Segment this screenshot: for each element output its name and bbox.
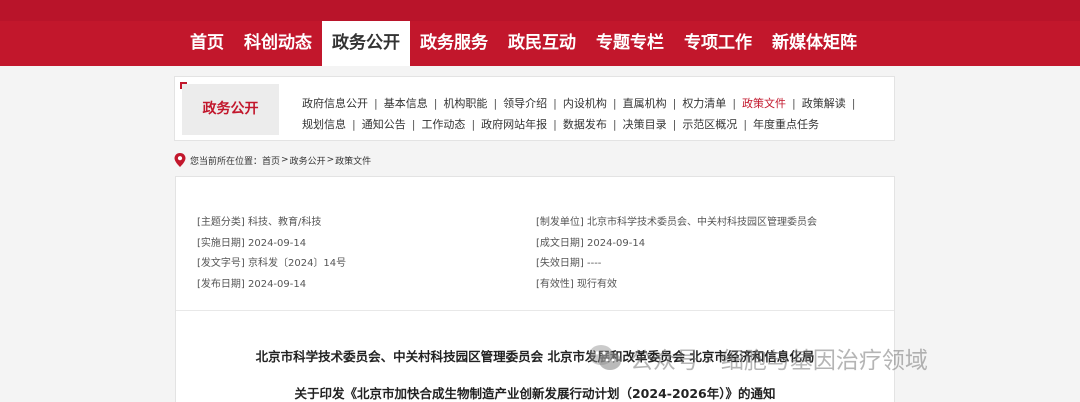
corner-decoration	[180, 82, 187, 89]
location-pin-icon	[174, 153, 186, 167]
separator: |	[672, 118, 677, 131]
separator: |	[553, 118, 557, 131]
document-title: 关于印发《北京市加快合成生物制造产业创新发展行动计划（2024-2026年）》的…	[294, 386, 776, 401]
wechat-icon	[589, 345, 621, 370]
meta-expiry-date: [失效日期] ----	[536, 258, 602, 269]
separator: |	[612, 97, 617, 110]
nav-gov-info[interactable]: 政务公开	[322, 21, 410, 66]
separator: |	[612, 118, 617, 131]
subnav-policy-interpret[interactable]: 政策解读	[802, 93, 846, 114]
separator: |	[732, 97, 737, 110]
subnav-data-release[interactable]: 数据发布	[563, 114, 607, 135]
separator: |	[433, 97, 438, 110]
meta-validity: [有效性] 现行有效	[536, 279, 617, 290]
breadcrumb-policy-docs[interactable]: 政策文件	[335, 154, 371, 167]
nav-new-media[interactable]: 新媒体矩阵	[762, 21, 867, 66]
subnav-basic-info[interactable]: 基本信息	[384, 93, 428, 114]
subnav-policy-docs[interactable]: 政策文件	[742, 93, 786, 114]
meta-publish-date: [发布日期] 2024-09-14	[197, 279, 307, 290]
watermark-text: 公众号 · 细胞与基因治疗领域	[630, 348, 928, 374]
breadcrumb-separator: >	[281, 155, 289, 165]
meta-created-date: [成文日期] 2024-09-14	[536, 238, 646, 249]
meta-doc-number: [发文字号] 京科发〔2024〕14号	[197, 258, 347, 269]
sub-nav: 政府信息公开 | 基本信息 | 机构职能 | 领导介绍 | 内设机构 | 直属机构 | 权力清单 | 政策文…	[302, 93, 892, 135]
divider	[176, 310, 894, 311]
separator: |	[374, 97, 378, 110]
main-nav: 首页 科创动态 政务公开 政务服务 政民互动 专题专栏 专项工作 新媒体矩阵	[180, 21, 867, 66]
header-strip	[0, 0, 1080, 21]
watermark: 公众号 · 细胞与基因治疗领域	[588, 338, 928, 378]
breadcrumb-separator: >	[326, 155, 335, 165]
breadcrumb: 您当前所在位置： 首页 > 政务公开 > 政策文件	[174, 151, 371, 169]
subnav-planning[interactable]: 规划信息	[302, 114, 346, 135]
nav-interaction[interactable]: 政民互动	[498, 21, 586, 66]
nav-gov-services[interactable]: 政务服务	[410, 21, 498, 66]
top-header-bar: 首页 科创动态 政务公开 政务服务 政民互动 专题专栏 专项工作 新媒体矩阵	[0, 0, 1080, 66]
separator: |	[493, 97, 498, 110]
separator: |	[792, 97, 796, 110]
separator: |	[553, 97, 557, 110]
nav-home[interactable]: 首页	[180, 21, 234, 66]
nav-special-work[interactable]: 专项工作	[674, 21, 762, 66]
separator: |	[411, 118, 416, 131]
nav-sci-news[interactable]: 科创动态	[234, 21, 322, 66]
meta-effective-date: [实施日期] 2024-09-14	[197, 238, 307, 249]
breadcrumb-home[interactable]: 首页	[262, 154, 280, 167]
separator: |	[851, 97, 856, 110]
breadcrumb-gov-info[interactable]: 政务公开	[290, 154, 326, 167]
subnav-demo-zone[interactable]: 示范区概况	[682, 114, 737, 135]
subnav-affiliated[interactable]: 直属机构	[623, 93, 667, 114]
subnav-leaders[interactable]: 领导介绍	[503, 93, 547, 114]
subnav-internal-depts[interactable]: 内设机构	[563, 93, 607, 114]
subnav-annual-tasks[interactable]: 年度重点任务	[753, 114, 819, 135]
subnav-decision-catalog[interactable]: 决策目录	[623, 114, 667, 135]
subnav-notices[interactable]: 通知公告	[362, 114, 406, 135]
subnav-gov-info-public[interactable]: 政府信息公开	[302, 93, 368, 114]
meta-issuer: [制发单位] 北京市科学技术委员会、中关村科技园区管理委员会	[536, 217, 817, 228]
nav-topics[interactable]: 专题专栏	[586, 21, 674, 66]
subnav-work-updates[interactable]: 工作动态	[421, 114, 465, 135]
breadcrumb-prefix: 您当前所在位置：	[190, 156, 263, 167]
subnav-annual-report[interactable]: 政府网站年报	[481, 114, 547, 135]
subnav-functions[interactable]: 机构职能	[443, 93, 487, 114]
meta-subject: [主题分类] 科技、教育/科技	[197, 217, 322, 228]
separator: |	[743, 118, 748, 131]
section-panel: 政务公开 政府信息公开 | 基本信息 | 机构职能 | 领导介绍 | 内设机构 | 直属机构 | 权力清…	[174, 76, 895, 141]
subnav-power-list[interactable]: 权力清单	[682, 93, 726, 114]
separator: |	[471, 118, 476, 131]
separator: |	[352, 118, 356, 131]
separator: |	[672, 97, 677, 110]
section-title: 政务公开	[182, 84, 279, 135]
